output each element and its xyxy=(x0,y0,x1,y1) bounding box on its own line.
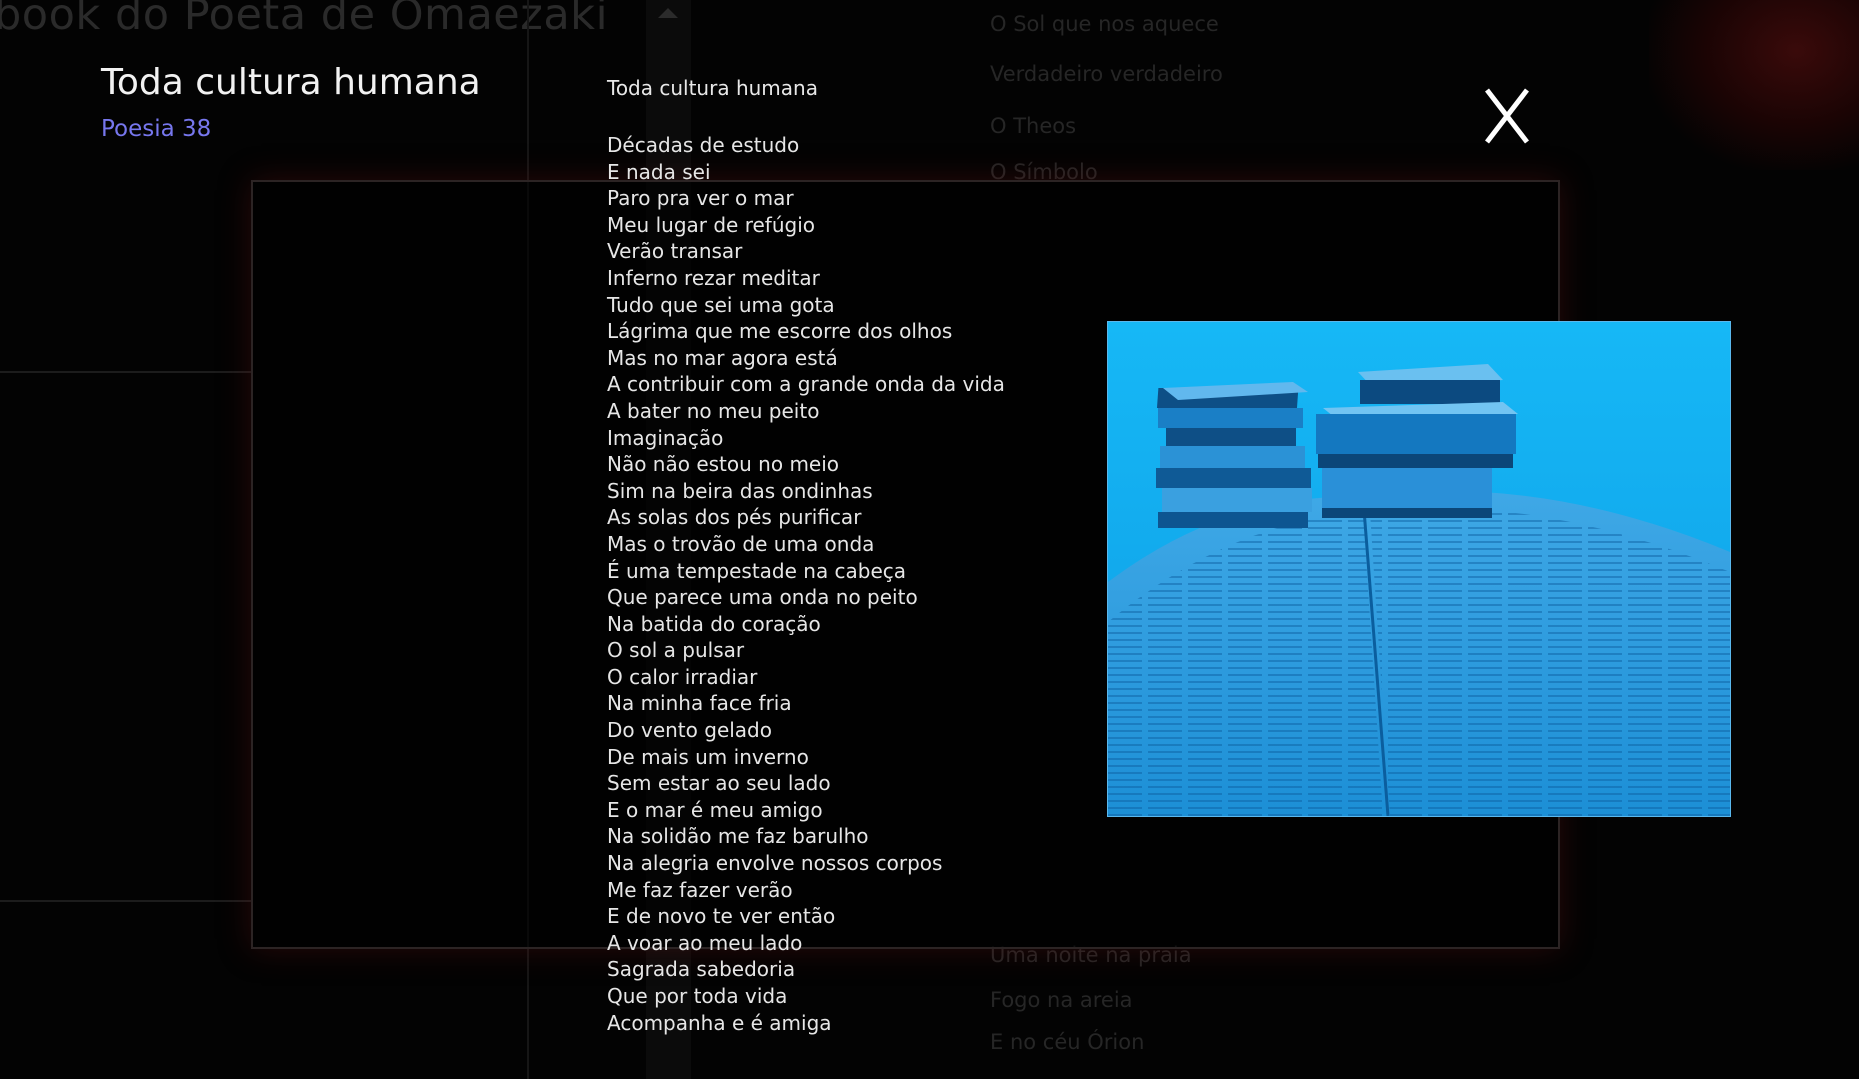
poem-line: Décadas de estudo xyxy=(607,133,800,157)
poem-line: Não não estou no meio xyxy=(607,452,840,477)
close-button[interactable] xyxy=(1482,86,1532,148)
poem-line: Verão transar xyxy=(607,239,743,264)
background-rule xyxy=(0,371,252,373)
books-image xyxy=(1107,321,1731,817)
poem-line: Na batida do coração xyxy=(607,611,821,636)
poem-line: A bater no meu peito xyxy=(607,398,820,423)
poem-line: Sagrada sabedoria xyxy=(607,957,796,982)
poem-line: Na solidão me faz barulho xyxy=(607,824,869,849)
background-list-item: Fogo na areia xyxy=(990,988,1133,1012)
poem-line: Na minha face fria xyxy=(607,691,792,716)
stage: book do Poeta de Omaezaki O Sol que nos … xyxy=(0,0,1859,1079)
poem-line: Me faz fazer verão xyxy=(607,877,793,902)
background-rule xyxy=(0,900,252,902)
background-corner-decoration xyxy=(1649,0,1859,170)
poem-line: O calor irradiar xyxy=(607,664,758,689)
poem-line: A voar ao meu lado xyxy=(607,930,803,955)
poem-line: Meu lugar de refúgio xyxy=(607,212,816,237)
poem-line: Tudo que sei uma gota xyxy=(607,292,835,317)
poem-line: É uma tempestade na cabeça xyxy=(607,558,907,583)
poem-line: De mais um inverno xyxy=(607,744,809,769)
poem-line: Do vento gelado xyxy=(607,718,772,743)
background-site-title: book do Poeta de Omaezaki xyxy=(0,0,609,40)
poem-text-heading: Toda cultura humana xyxy=(607,76,818,100)
poem-line: Que por toda vida xyxy=(607,984,788,1008)
poem-line: Imaginação xyxy=(607,425,724,450)
close-icon xyxy=(1485,88,1529,144)
poem-line: Mas no mar agora está xyxy=(607,345,838,370)
poem-line: Sim na beira das ondinhas xyxy=(607,478,873,503)
poem-line: Paro pra ver o mar xyxy=(607,186,794,211)
poem-line: Que parece uma onda no peito xyxy=(607,585,918,610)
background-list-item: Verdadeiro verdadeiro xyxy=(990,62,1223,86)
poem-line: Lágrima que me escorre dos olhos xyxy=(607,319,953,344)
poem-line: Acompanha e é amiga xyxy=(607,1010,832,1035)
poem-lines: Décadas de estudo E nada sei Paro pra ver … xyxy=(607,132,1005,1036)
poem-line: Mas o trovão de uma onda xyxy=(607,531,875,556)
poem-number: Poesia 38 xyxy=(101,116,212,142)
poem-line: As solas dos pés purificar xyxy=(607,505,862,530)
poem-line: A contribuir com a grande onda da vida xyxy=(607,372,1005,397)
background-list-item: O Sol que nos aquece xyxy=(990,12,1219,36)
poem-line: O sol a pulsar xyxy=(607,638,745,663)
scroll-up-arrow-icon[interactable] xyxy=(658,8,678,18)
poem-line: Inferno rezar meditar xyxy=(607,265,820,290)
poem-line: Sem estar ao seu lado xyxy=(607,771,831,796)
background-list-item: E no céu Órion xyxy=(990,1030,1145,1054)
poem-line: E nada sei xyxy=(607,159,711,184)
poem-line: E de novo te ver então xyxy=(607,904,836,929)
poem-line: E o mar é meu amigo xyxy=(607,797,823,822)
poem-title: Toda cultura humana xyxy=(101,62,481,103)
poem-line: Na alegria envolve nossos corpos xyxy=(607,851,943,876)
